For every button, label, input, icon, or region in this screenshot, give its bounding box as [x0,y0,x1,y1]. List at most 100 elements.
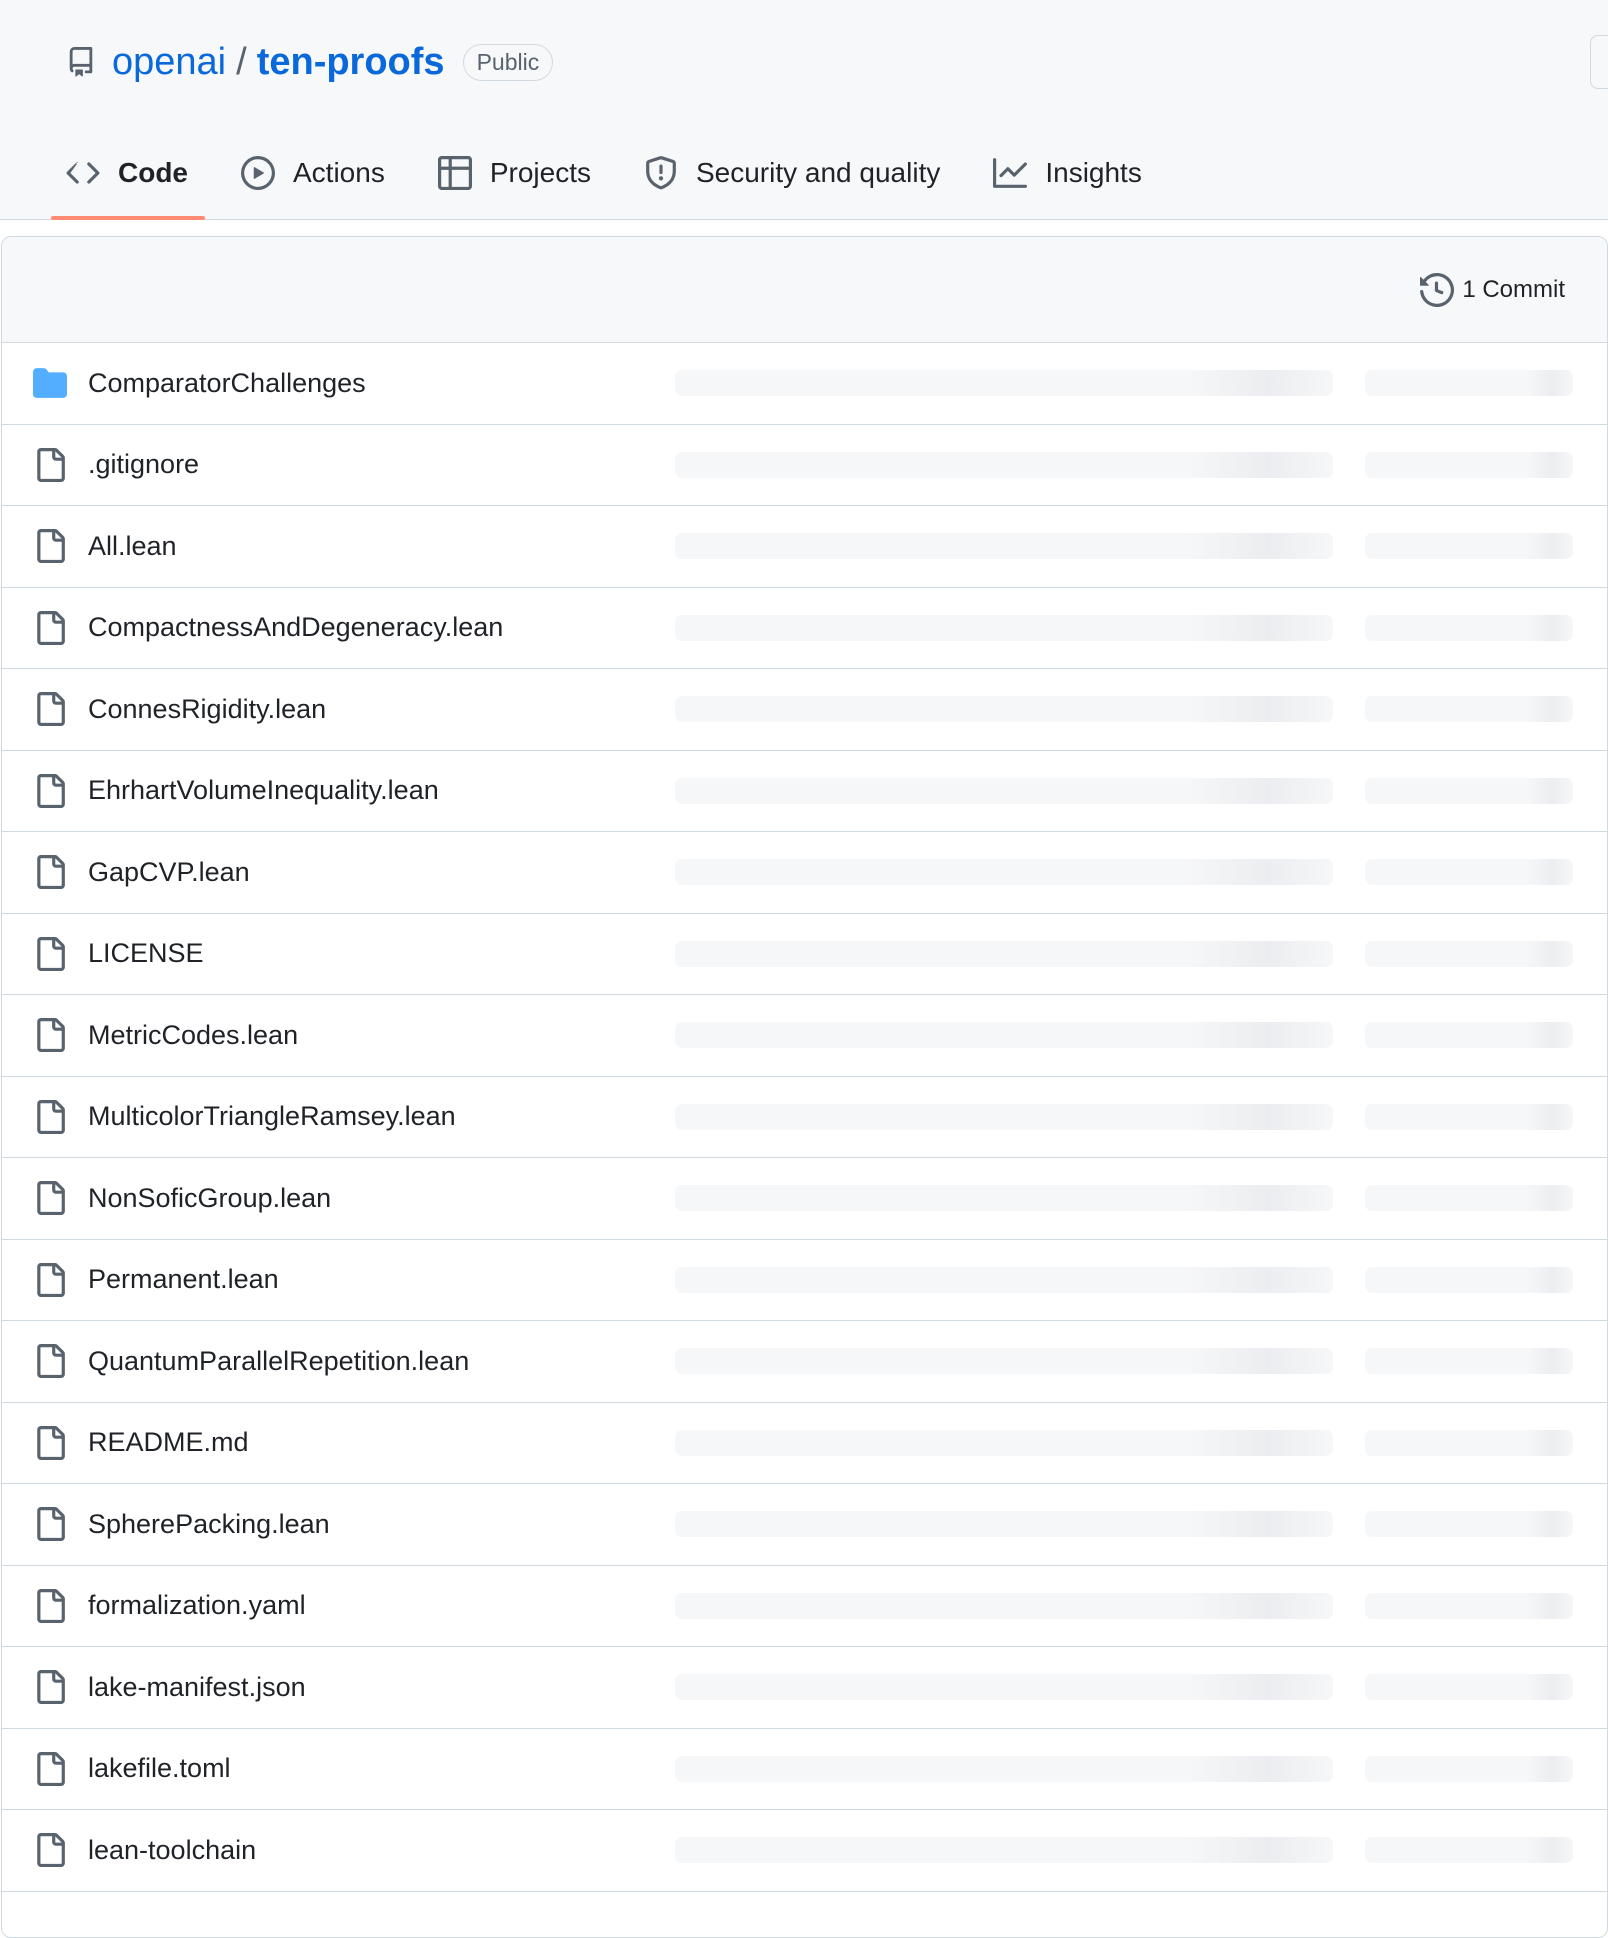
commit-date-placeholder [1365,533,1573,560]
history-icon [1420,272,1455,307]
commit-message-placeholder [675,696,1333,723]
repo-header: openai / ten-proofs Public Code Actions … [0,0,1608,220]
file-icon [33,1833,67,1868]
file-row[interactable]: README.md [2,1403,1607,1484]
file-row[interactable]: NonSoficGroup.lean [2,1158,1607,1240]
file-name-link[interactable]: formalization.yaml [88,1590,306,1621]
file-row[interactable]: ConnesRigidity.lean [2,669,1607,751]
commit-date-placeholder [1365,1837,1573,1864]
graph-icon [993,156,1028,190]
commit-history-link[interactable]: 1 Commit [1420,272,1565,307]
header-action-button[interactable] [1590,35,1608,89]
tab-label: Insights [1045,157,1142,188]
file-icon [33,447,67,482]
file-icon [33,936,67,971]
file-name-link[interactable]: lake-manifest.json [88,1672,306,1703]
file-name-link[interactable]: All.lean [88,531,177,562]
commit-date-placeholder [1365,1674,1573,1701]
file-row[interactable]: MulticolorTriangleRamsey.lean [2,1077,1607,1158]
tab-security[interactable]: Security and quality [644,146,940,200]
file-name-link[interactable]: CompactnessAndDegeneracy.lean [88,612,503,643]
file-row[interactable]: formalization.yaml [2,1566,1607,1647]
commit-date-placeholder [1365,1429,1573,1456]
repo-nav-tabs: Code Actions Projects Security and quali… [51,146,1195,220]
commit-message-placeholder [675,940,1333,967]
commit-date-placeholder [1365,1185,1573,1212]
file-row[interactable]: MetricCodes.lean [2,995,1607,1077]
commit-message-placeholder [675,1592,1333,1619]
file-name-link[interactable]: Permanent.lean [88,1264,279,1295]
commit-date-placeholder [1365,1592,1573,1619]
commit-message-placeholder [675,1429,1333,1456]
file-row[interactable]: CompactnessAndDegeneracy.lean [2,588,1607,669]
file-name-link[interactable]: LICENSE [88,938,204,969]
commit-message-placeholder [675,1837,1333,1864]
file-row[interactable]: lake-manifest.json [2,1647,1607,1729]
file-name-link[interactable]: ConnesRigidity.lean [88,694,326,725]
commit-date-placeholder [1365,1266,1573,1293]
commit-count: 1 Commit [1462,275,1565,303]
tab-label: Code [118,157,188,188]
tab-insights[interactable]: Insights [993,146,1142,200]
folder-name-link[interactable]: ComparatorChallenges [88,368,366,399]
commit-message-placeholder [675,1755,1333,1782]
repo-title: openai / ten-proofs Public [66,38,554,86]
commit-date-placeholder [1365,696,1573,723]
path-separator: / [236,40,247,83]
code-icon [66,156,100,190]
file-icon [33,610,67,645]
commit-date-placeholder [1365,451,1573,478]
shield-icon [644,156,678,190]
file-row[interactable]: EhrhartVolumeInequality.lean [2,751,1607,832]
file-row[interactable]: lakefile.toml [2,1729,1607,1810]
file-icon [33,1507,67,1542]
commit-message-placeholder [675,451,1333,478]
file-name-link[interactable]: GapCVP.lean [88,857,250,888]
file-row[interactable]: LICENSE [2,914,1607,995]
commit-message-placeholder [675,1511,1333,1538]
folder-icon [33,366,67,400]
commit-message-placeholder [675,370,1333,397]
tab-code[interactable]: Code [51,146,205,220]
commit-date-placeholder [1365,370,1573,397]
file-name-link[interactable]: SpherePacking.lean [88,1509,330,1540]
file-icon [33,1018,67,1053]
file-row[interactable]: All.lean [2,506,1607,588]
file-name-link[interactable]: QuantumParallelRepetition.lean [88,1346,469,1377]
tab-projects[interactable]: Projects [437,146,591,200]
file-name-link[interactable]: README.md [88,1427,249,1458]
table-icon [437,156,472,190]
file-icon [33,692,67,727]
file-name-link[interactable]: MetricCodes.lean [88,1020,298,1051]
play-circle-icon [241,156,275,190]
file-row[interactable]: GapCVP.lean [2,832,1607,914]
repo-name-link[interactable]: ten-proofs [257,41,445,84]
repo-icon [66,47,96,77]
file-row[interactable]: QuantumParallelRepetition.lean [2,1321,1607,1403]
commit-message-placeholder [675,859,1333,886]
file-name-link[interactable]: EhrhartVolumeInequality.lean [88,775,439,806]
repo-owner-link[interactable]: openai [112,41,226,84]
commit-message-placeholder [675,1185,1333,1212]
file-icon [33,1670,67,1705]
file-icon [33,1099,67,1134]
file-row[interactable]: ComparatorChallenges [2,343,1607,425]
file-row[interactable]: .gitignore [2,425,1607,506]
file-name-link[interactable]: lean-toolchain [88,1835,256,1866]
commit-date-placeholder [1365,1755,1573,1782]
file-name-link[interactable]: .gitignore [88,449,199,480]
file-name-link[interactable]: lakefile.toml [88,1753,231,1784]
tab-label: Actions [293,157,385,188]
file-icon [33,1262,67,1297]
file-row[interactable]: Permanent.lean [2,1240,1607,1321]
file-name-link[interactable]: NonSoficGroup.lean [88,1183,331,1214]
file-icon [33,529,67,564]
commit-message-placeholder [675,533,1333,560]
tab-label: Security and quality [695,157,941,188]
commit-message-placeholder [675,1022,1333,1049]
tab-actions[interactable]: Actions [241,146,385,200]
file-row[interactable]: SpherePacking.lean [2,1484,1607,1566]
file-icon [33,1588,67,1623]
file-name-link[interactable]: MulticolorTriangleRamsey.lean [88,1101,456,1132]
file-row[interactable]: lean-toolchain [2,1810,1607,1892]
